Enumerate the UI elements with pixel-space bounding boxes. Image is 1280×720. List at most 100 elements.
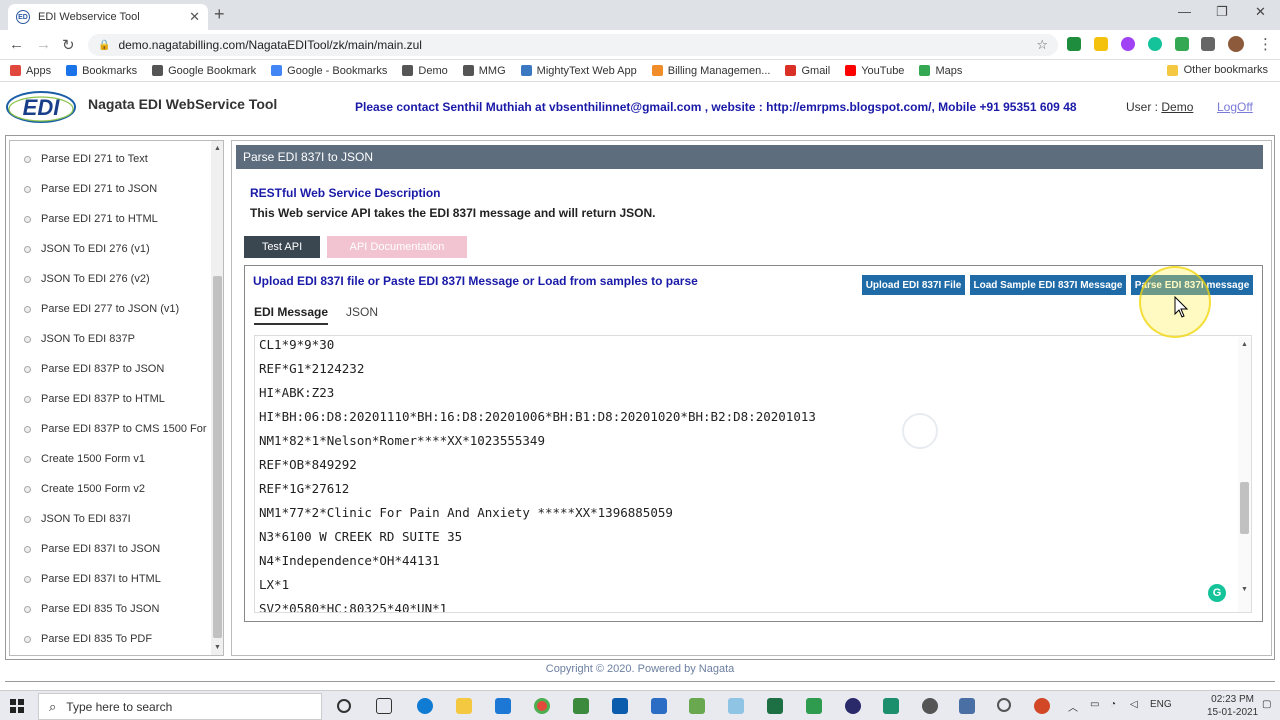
app-icon-5[interactable] [806,698,822,714]
sidebar-item[interactable]: Parse EDI 837P to HTML [24,393,165,405]
sidebar-item[interactable]: JSON To EDI 276 (v2) [24,273,150,285]
sidebar-item[interactable]: Parse EDI 837I to JSON [24,543,160,555]
tray-chevron-icon[interactable]: ︿ [1068,699,1078,714]
bookmark-item[interactable]: Google Bookmark [152,65,256,77]
editor-scroll-down-icon[interactable]: ▼ [1241,586,1248,593]
edge-icon[interactable] [417,698,433,714]
edi-message-textarea[interactable]: CL1*9*9*30 REF*G1*2124232 HI*ABK:Z23 HI*BH:… [254,335,1252,613]
cortana-icon[interactable] [337,699,351,713]
bookmark-item[interactable]: Google - Bookmarks [271,65,387,77]
billing-icon [651,65,663,76]
close-window-icon[interactable]: ✕ [1255,4,1266,20]
app-icon-1[interactable] [573,698,589,714]
language-indicator[interactable]: ENG [1150,699,1172,710]
sidebar-item[interactable]: Parse EDI 837P to CMS 1500 For [24,423,207,435]
sidebar-item[interactable]: Parse EDI 271 to JSON [24,183,157,195]
browser-menu-icon[interactable]: ⋮ [1258,35,1273,53]
bookmark-item[interactable]: Billing Managemen... [651,65,770,77]
app-icon-3[interactable] [689,698,705,714]
extension-check-icon[interactable] [1067,37,1081,51]
bookmark-item[interactable]: Gmail [785,65,830,77]
tab-edi-message[interactable]: EDI Message [254,305,329,325]
app-icon-4[interactable] [728,698,744,714]
url-omnibox[interactable]: 🔒 demo.nagatabilling.com/NagataEDITool/z… [88,34,1058,56]
profile-avatar-icon[interactable] [1228,36,1244,52]
bookmark-item[interactable]: Apps [10,65,51,77]
load-sample-button[interactable]: Load Sample EDI 837I Message [970,275,1126,295]
app-icon-7[interactable] [883,698,899,714]
upload-file-button[interactable]: Upload EDI 837I File [862,275,965,295]
other-bookmarks[interactable]: Other bookmarks [1166,64,1268,76]
extension-notes-icon[interactable] [1094,37,1108,51]
url-text: demo.nagatabilling.com/NagataEDITool/zk/… [118,38,422,52]
sidebar-scrollbar-thumb[interactable] [213,276,222,638]
sidebar-item[interactable]: Parse EDI 835 To JSON [24,603,159,615]
back-icon[interactable]: ← [9,36,24,53]
sidebar-item[interactable]: Parse EDI 837I to HTML [24,573,161,585]
sidebar-item[interactable]: Parse EDI 837P to JSON [24,363,164,375]
browser-tab[interactable]: ED EDI Webservice Tool ✕ [8,4,208,30]
system-clock[interactable]: 02:23 PM 15-01-2021 [1207,693,1258,719]
test-api-button[interactable]: Test API [244,236,320,258]
minimize-icon[interactable]: — [1178,4,1191,19]
api-documentation-button[interactable]: API Documentation [327,236,467,258]
sidebar-item[interactable]: Create 1500 Form v1 [24,453,145,465]
outlook-icon[interactable] [612,698,628,714]
app-icon-6[interactable] [845,698,861,714]
logoff-link[interactable]: LogOff [1217,100,1253,114]
chrome-icon[interactable] [534,698,550,714]
extension-grammarly-icon[interactable] [1148,37,1162,51]
app-icon-9[interactable] [997,698,1011,712]
windows-start-icon[interactable] [10,699,24,713]
editor-scrollbar[interactable] [1238,337,1251,612]
editor-scrollbar-thumb[interactable] [1240,482,1249,534]
new-tab-icon[interactable]: + [214,4,225,25]
forward-icon[interactable]: → [36,36,51,53]
powerpoint-icon[interactable] [1034,698,1050,714]
settings-gear-icon[interactable] [922,698,938,714]
reload-icon[interactable]: ↻ [62,36,75,54]
bookmark-item[interactable]: Bookmarks [66,65,137,77]
battery-icon[interactable]: ▭ [1090,699,1099,710]
taskbar-search-input[interactable]: ⌕ Type here to search [38,693,322,720]
grammarly-icon[interactable]: G [1208,584,1226,602]
task-view-icon[interactable] [376,698,392,714]
app-icon-8[interactable] [959,698,975,714]
sidebar-item-label: Create 1500 Form v2 [41,483,145,495]
sidebar-item[interactable]: JSON To EDI 837I [24,513,131,525]
sidebar-item[interactable]: JSON To EDI 276 (v1) [24,243,150,255]
editor-scroll-up-icon[interactable]: ▲ [1241,341,1248,348]
maximize-icon[interactable]: ❐ [1216,4,1228,20]
notifications-icon[interactable]: ▢ [1262,699,1271,710]
bookmark-item[interactable]: YouTube [845,65,904,77]
sidebar-item[interactable]: Parse EDI 271 to Text [24,153,148,165]
tab-json[interactable]: JSON [346,305,378,319]
sidebar-item[interactable]: Create 1500 Form v2 [24,483,145,495]
extension-color-icon[interactable] [1121,37,1135,51]
globe-icon [402,65,414,76]
extension-shield-icon[interactable] [1175,37,1189,51]
scroll-up-icon[interactable]: ▲ [214,145,221,152]
extensions-puzzle-icon[interactable] [1201,37,1215,51]
bookmark-item[interactable]: Demo [402,64,448,77]
sidebar-item[interactable]: JSON To EDI 837P [24,333,135,345]
sidebar-item[interactable]: Parse EDI 271 to HTML [24,213,158,225]
bookmark-item[interactable]: MMG [462,65,506,77]
scroll-down-icon[interactable]: ▼ [214,644,221,651]
volume-icon[interactable]: ◁ [1130,699,1138,710]
excel-icon[interactable] [767,698,783,714]
bookmark-label: Demo [418,64,448,77]
bookmark-star-icon[interactable]: ☆ [1036,37,1048,53]
sidebar-item[interactable]: Parse EDI 835 To PDF [24,633,152,645]
close-tab-icon[interactable]: ✕ [189,9,200,25]
bookmark-item[interactable]: MightyText Web App [520,65,637,77]
file-explorer-icon[interactable] [456,698,472,714]
bookmark-label: Google - Bookmarks [287,64,388,77]
sidebar-item[interactable]: Parse EDI 277 to JSON (v1) [24,303,179,315]
user-name-link[interactable]: Demo [1161,100,1193,114]
mail-icon[interactable] [495,698,511,714]
bookmark-item[interactable]: Maps [919,65,962,77]
app-icon-2[interactable] [651,698,667,714]
apps-icon [10,65,21,76]
wifi-icon[interactable]: ◔ [1110,699,1116,710]
